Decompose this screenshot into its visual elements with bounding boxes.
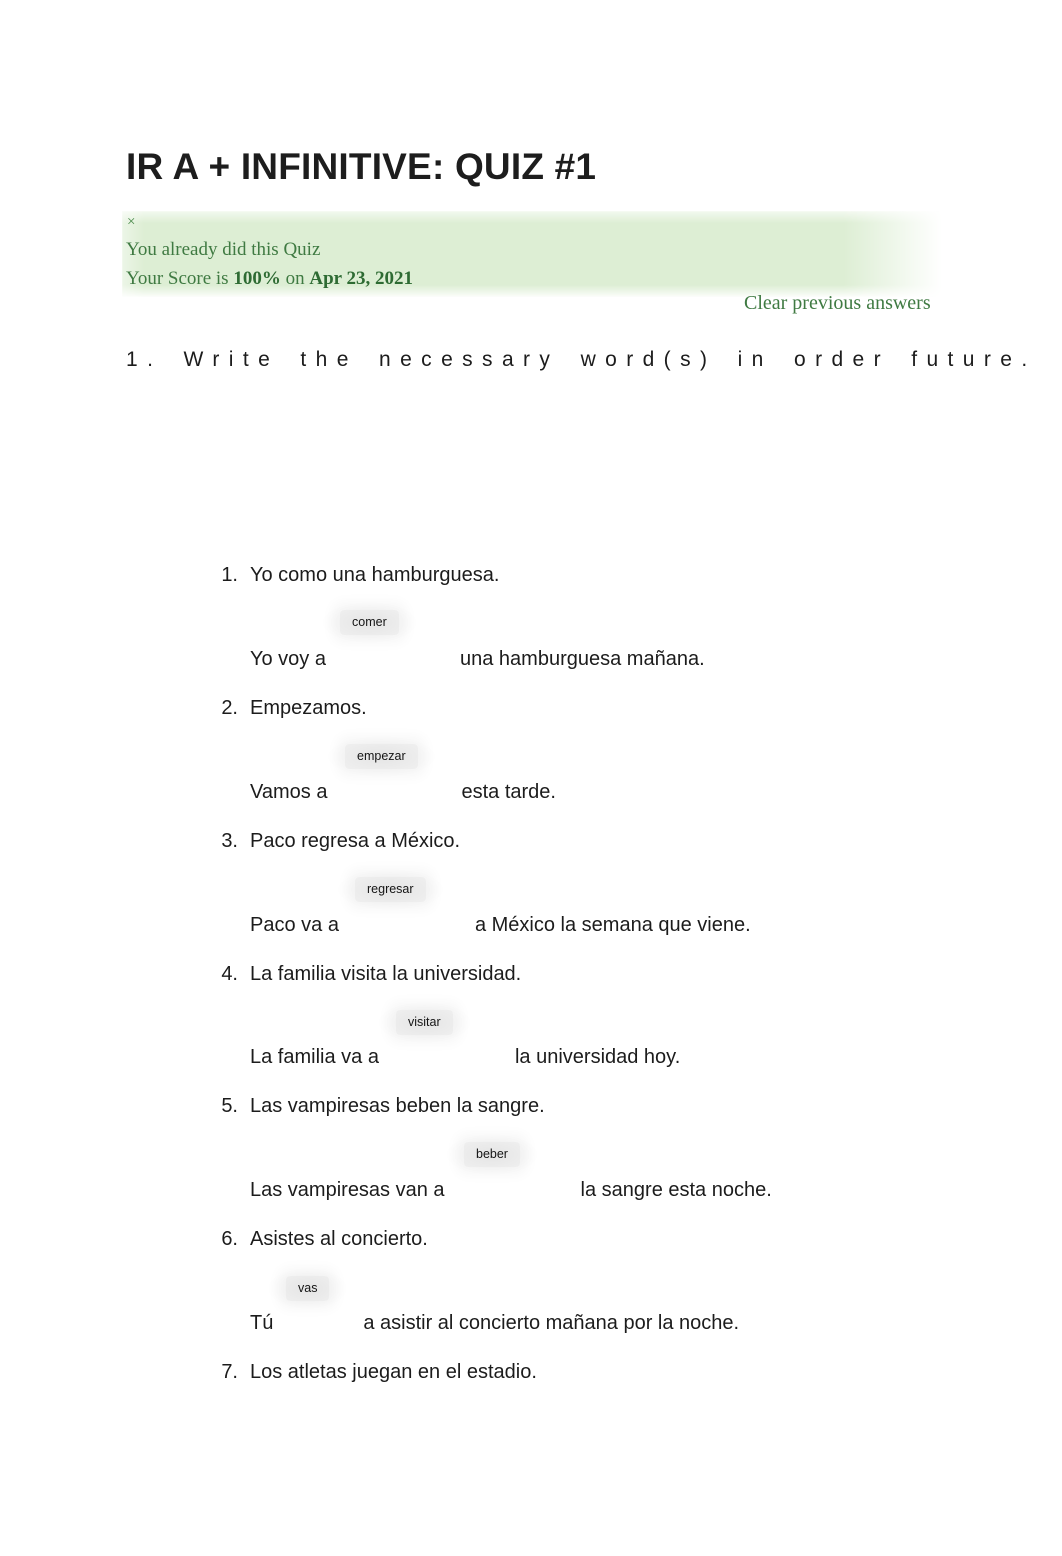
answer-before-text: La familia va a [250,1046,379,1068]
answer-hint: vas [268,1268,348,1309]
close-icon[interactable]: × [127,214,135,230]
answer-hint-text: visitar [408,1015,441,1029]
question-number: 5. [221,1095,238,1117]
answer-before-text: Paco va a [250,914,339,936]
answer-hint-text: beber [476,1147,508,1161]
question-number: 2. [221,697,238,719]
answer-before-text: Tú [250,1312,274,1334]
answer-after-text: una hamburguesa mañana. [460,648,705,670]
score-middle-label: on [280,268,310,289]
already-completed-message: You already did this Quiz [126,239,321,260]
score-prefix-label: Your Score is [126,268,234,289]
question-number: 6. [221,1228,238,1250]
answer-hint: regresar [337,869,444,910]
instruction-text: 1. Write the necessary word(s) in order … [126,348,1037,371]
question-prompt: Asistes al concierto. [250,1228,428,1250]
question-number: 1. [221,564,238,586]
answer-hint-text: comer [352,615,387,629]
answer-after-text: la sangre esta noche. [580,1179,772,1201]
question-prompt: Paco regresa a México. [250,830,461,852]
answer-hint-text: vas [298,1281,318,1295]
answer-sentence: Vamos a esta tarde. [250,781,556,804]
answer-sentence: Paco va a a México la semana que viene. [250,914,751,937]
answer-before-text: Vamos a [250,781,328,803]
answer-hint: comer [322,602,417,643]
answer-sentence: Yo voy a una hamburguesa mañana. [250,648,705,671]
instruction-container: 1. Write the necessary word(s) in order … [126,345,1062,407]
question-prompt: La familia visita la universidad. [250,963,522,985]
question-number: 3. [221,830,238,852]
answer-hint-text: empezar [357,749,406,763]
answer-hint: beber [446,1134,538,1175]
answer-after-text: a México la semana que viene. [474,914,751,936]
answer-after-text: esta tarde. [461,781,556,803]
answer-sentence: Tú a asistir al concierto mañana por la n… [250,1312,739,1335]
answer-after-text: a asistir al concierto mañana por la noc… [363,1312,740,1334]
answer-before-text: Yo voy a [250,648,326,670]
score-value: 100% [233,268,281,289]
question-number: 4. [221,963,238,985]
question-prompt: Las vampiresas beben la sangre. [250,1095,545,1117]
score-date: Apr 23, 2021 [309,268,413,289]
question-prompt: Yo como una hamburguesa. [250,564,500,586]
clear-previous-answers-link[interactable]: Clear previous answers [744,292,931,315]
answer-hint-text: regresar [367,882,414,896]
question-number: 7. [221,1361,238,1383]
answer-sentence: La familia va a la universidad hoy. [250,1046,680,1069]
answer-sentence: Las vampiresas van a la sangre esta noche… [250,1179,772,1202]
quiz-page: IR A + INFINITIVE: QUIZ #1 × You already… [0,0,1062,1556]
question-prompt: Los atletas juegan en el estadio. [250,1361,537,1383]
score-message: Your Score is 100% on Apr 23, 2021 [126,268,413,290]
answer-before-text: Las vampiresas van a [250,1179,445,1201]
question-prompt: Empezamos. [250,697,367,719]
answer-hint: empezar [327,736,436,777]
answer-after-text: la universidad hoy. [514,1046,681,1068]
answer-hint: visitar [378,1002,471,1043]
page-title: IR A + INFINITIVE: QUIZ #1 [126,146,597,187]
